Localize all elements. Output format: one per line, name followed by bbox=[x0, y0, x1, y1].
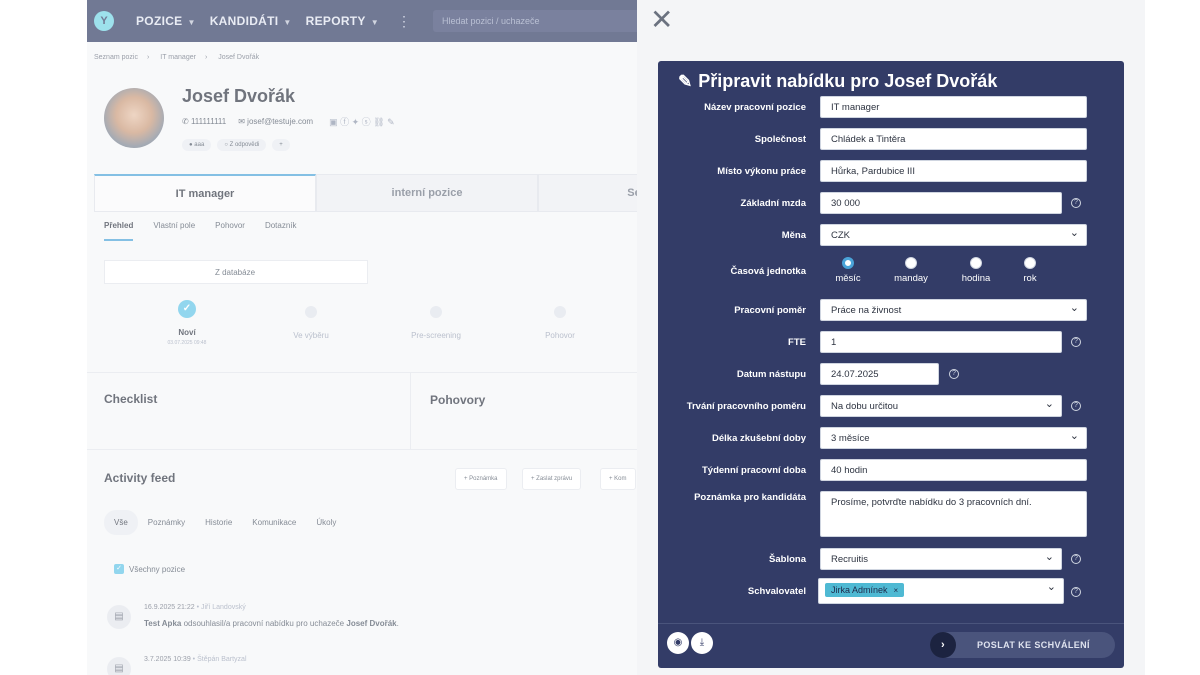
radio-mesic[interactable]: měsíc bbox=[818, 257, 878, 284]
weekly-hours-input[interactable]: 40 hodin bbox=[820, 459, 1087, 481]
edit-icon: ✎ bbox=[678, 71, 693, 91]
salary-label: Základní mzda bbox=[740, 198, 806, 209]
template-label: Šablona bbox=[769, 554, 806, 565]
weekly-hours-label: Týdenní pracovní doba bbox=[702, 465, 806, 476]
remove-icon[interactable]: × bbox=[894, 586, 899, 595]
fte-input[interactable]: 1 bbox=[820, 331, 1062, 353]
approver-select[interactable]: Jirka Admínek × bbox=[818, 578, 1064, 604]
currency-select[interactable]: CZK bbox=[820, 224, 1087, 246]
close-icon[interactable]: ✕ bbox=[650, 6, 673, 34]
offer-modal: ✎ Připravit nabídku pro Josef Dvořák Náze… bbox=[658, 61, 1124, 668]
company-label: Společnost bbox=[754, 134, 806, 145]
help-icon[interactable]: ? bbox=[1071, 554, 1081, 564]
download-icon[interactable]: ⤓ bbox=[691, 632, 713, 654]
modal-title: ✎ Připravit nabídku pro Josef Dvořák bbox=[678, 71, 998, 91]
position-input[interactable]: IT manager bbox=[820, 96, 1087, 118]
arrow-right-icon: › bbox=[930, 632, 956, 658]
duration-select[interactable]: Na dobu určitou bbox=[820, 395, 1062, 417]
probation-label: Délka zkušební doby bbox=[712, 433, 806, 444]
help-icon[interactable]: ? bbox=[1071, 198, 1081, 208]
probation-select[interactable]: 3 měsíce bbox=[820, 427, 1087, 449]
modal-footer-divider bbox=[658, 623, 1124, 624]
note-textarea[interactable]: Prosíme, potvrďte nabídku do 3 pracovníc… bbox=[820, 491, 1087, 537]
approver-chip[interactable]: Jirka Admínek × bbox=[825, 583, 905, 597]
radio-rok[interactable]: rok bbox=[1000, 257, 1060, 284]
help-icon[interactable]: ? bbox=[949, 369, 959, 379]
start-date-input[interactable]: 24.07.2025 bbox=[820, 363, 939, 385]
relation-label: Pracovní poměr bbox=[734, 305, 806, 316]
radio-hodina[interactable]: hodina bbox=[946, 257, 1006, 284]
time-unit-label: Časová jednotka bbox=[730, 266, 807, 277]
eye-icon[interactable]: ◉ bbox=[667, 632, 689, 654]
duration-label: Trvání pracovního poměru bbox=[686, 401, 806, 412]
help-icon[interactable]: ? bbox=[1071, 587, 1081, 597]
currency-label: Měna bbox=[781, 230, 806, 241]
start-date-label: Datum nástupu bbox=[736, 369, 806, 380]
place-input[interactable]: Hůrka, Pardubice III bbox=[820, 160, 1087, 182]
approver-label: Schvalovatel bbox=[747, 586, 806, 597]
help-icon[interactable]: ? bbox=[1071, 401, 1081, 411]
radio-manday[interactable]: manday bbox=[881, 257, 941, 284]
relation-select[interactable]: Práce na živnost bbox=[820, 299, 1087, 321]
template-select[interactable]: Recruitis bbox=[820, 548, 1062, 570]
send-for-approval-button[interactable]: › POSLAT KE SCHVÁLENÍ bbox=[930, 632, 1115, 658]
place-label: Místo výkonu práce bbox=[717, 166, 806, 177]
help-icon[interactable]: ? bbox=[1071, 337, 1081, 347]
position-label: Název pracovní pozice bbox=[704, 102, 806, 113]
page-dim-overlay bbox=[87, 0, 637, 675]
fte-label: FTE bbox=[788, 337, 806, 348]
salary-input[interactable]: 30 000 bbox=[820, 192, 1062, 214]
note-label: Poznámka pro kandidáta bbox=[694, 492, 806, 503]
company-input[interactable]: Chládek a Tintěra bbox=[820, 128, 1087, 150]
